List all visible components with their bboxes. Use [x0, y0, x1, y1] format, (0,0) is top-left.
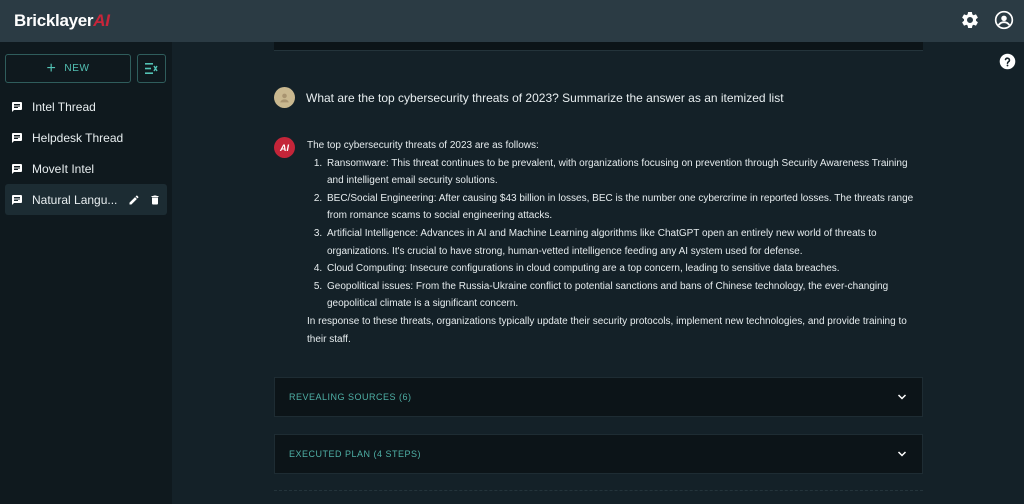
list-item: Artificial Intelligence: Advances in AI … [325, 225, 917, 260]
list-item: Geopolitical issues: From the Russia-Ukr… [325, 278, 917, 313]
plus-icon: + [46, 59, 57, 77]
user-message: What are the top cybersecurity threats o… [274, 87, 914, 108]
ai-response-intro: The top cybersecurity threats of 2023 ar… [307, 140, 539, 151]
sidebar-thread-helpdesk[interactable]: Helpdesk Thread [5, 122, 167, 153]
chat-icon [12, 163, 22, 174]
new-thread-label: NEW [64, 63, 90, 74]
revealing-sources-accordion[interactable]: REVEALING SOURCES (6) [274, 377, 923, 417]
new-thread-button[interactable]: + NEW [5, 54, 131, 83]
chat-main: What are the top cybersecurity threats o… [172, 42, 1024, 504]
thread-label: Helpdesk Thread [32, 130, 124, 145]
sidebar-thread-intel[interactable]: Intel Thread [5, 91, 167, 122]
brand-ai-text: AI [93, 11, 110, 30]
account-icon[interactable] [994, 10, 1014, 30]
brand-text: Bricklayer [14, 11, 94, 30]
sidebar: + NEW Intel Thread Helpdesk Thread MoveI… [0, 42, 172, 504]
gear-icon[interactable] [960, 10, 980, 30]
accordion-label: REVEALING SOURCES (6) [289, 392, 412, 402]
divider [274, 490, 923, 491]
user-message-text: What are the top cybersecurity threats o… [306, 90, 784, 105]
collapse-menu-icon [145, 63, 158, 74]
list-item: Ransomware: This threat continues to be … [325, 155, 917, 190]
trash-icon[interactable] [149, 194, 161, 206]
chat-icon [12, 101, 22, 112]
list-item: BEC/Social Engineering: After causing $4… [325, 190, 917, 225]
chevron-down-icon [897, 451, 907, 457]
list-item: Cloud Computing: Insecure configurations… [325, 260, 917, 278]
brand-logo[interactable]: Bricklayer AI [14, 11, 110, 31]
thread-label: Natural Langu... [32, 192, 118, 207]
previous-panel [274, 42, 923, 51]
accordion-label: EXECUTED PLAN (4 STEPS) [289, 449, 422, 459]
ai-response: The top cybersecurity threats of 2023 ar… [307, 137, 917, 348]
executed-plan-accordion[interactable]: EXECUTED PLAN (4 STEPS) [274, 434, 923, 474]
thread-label: Intel Thread [32, 99, 96, 114]
thread-label: MoveIt Intel [32, 161, 95, 176]
chevron-down-icon [897, 394, 907, 400]
person-icon [280, 93, 289, 103]
collapse-sidebar-button[interactable] [137, 54, 166, 83]
user-avatar [274, 87, 295, 108]
ai-response-outro: In response to these threats, organizati… [307, 315, 907, 345]
help-icon[interactable] [999, 53, 1016, 70]
chat-icon [12, 132, 22, 143]
ai-response-list: Ransomware: This threat continues to be … [325, 155, 917, 313]
pencil-icon[interactable] [128, 194, 140, 206]
sidebar-thread-moveit[interactable]: MoveIt Intel [5, 153, 167, 184]
top-bar: Bricklayer AI [0, 0, 1024, 42]
chat-icon [12, 194, 22, 205]
ai-avatar: AI [274, 137, 295, 158]
sidebar-thread-natural-language[interactable]: Natural Langu... [5, 184, 167, 215]
